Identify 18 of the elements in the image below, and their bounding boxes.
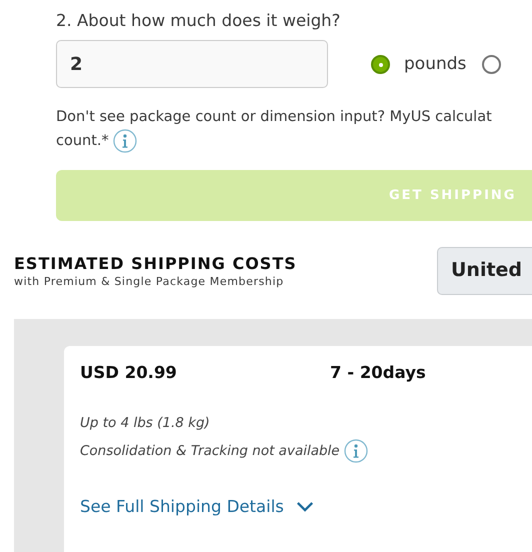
country-select[interactable]: United (437, 247, 532, 295)
weight-field[interactable]: 2 (56, 40, 328, 88)
info-icon[interactable] (112, 129, 137, 153)
question-label: 2. About how much does it weigh? (56, 10, 340, 32)
info-icon[interactable] (344, 439, 368, 463)
chevron-down-icon (296, 501, 314, 512)
delivery-time: 7 - 20days (330, 363, 426, 382)
section-title: ESTIMATED SHIPPING COSTS (14, 254, 297, 273)
note-text: Don't see package count or dimension input? MyUS calculat (56, 108, 492, 127)
section-subtitle: with Premium & Single Package Membership (14, 275, 285, 288)
unit-label: pounds (404, 54, 466, 74)
note-text: count.* (56, 132, 109, 150)
radio-button[interactable] (371, 54, 390, 74)
shipping-details-link[interactable]: See Full Shipping Details (80, 497, 314, 516)
tracking-text: Consolidation & Tracking not available (80, 443, 340, 459)
weight-limit-text: Up to 4 lbs (1.8 kg) (80, 415, 210, 431)
price-text: USD 20.99 (80, 363, 178, 382)
radio-button[interactable] (482, 54, 502, 74)
